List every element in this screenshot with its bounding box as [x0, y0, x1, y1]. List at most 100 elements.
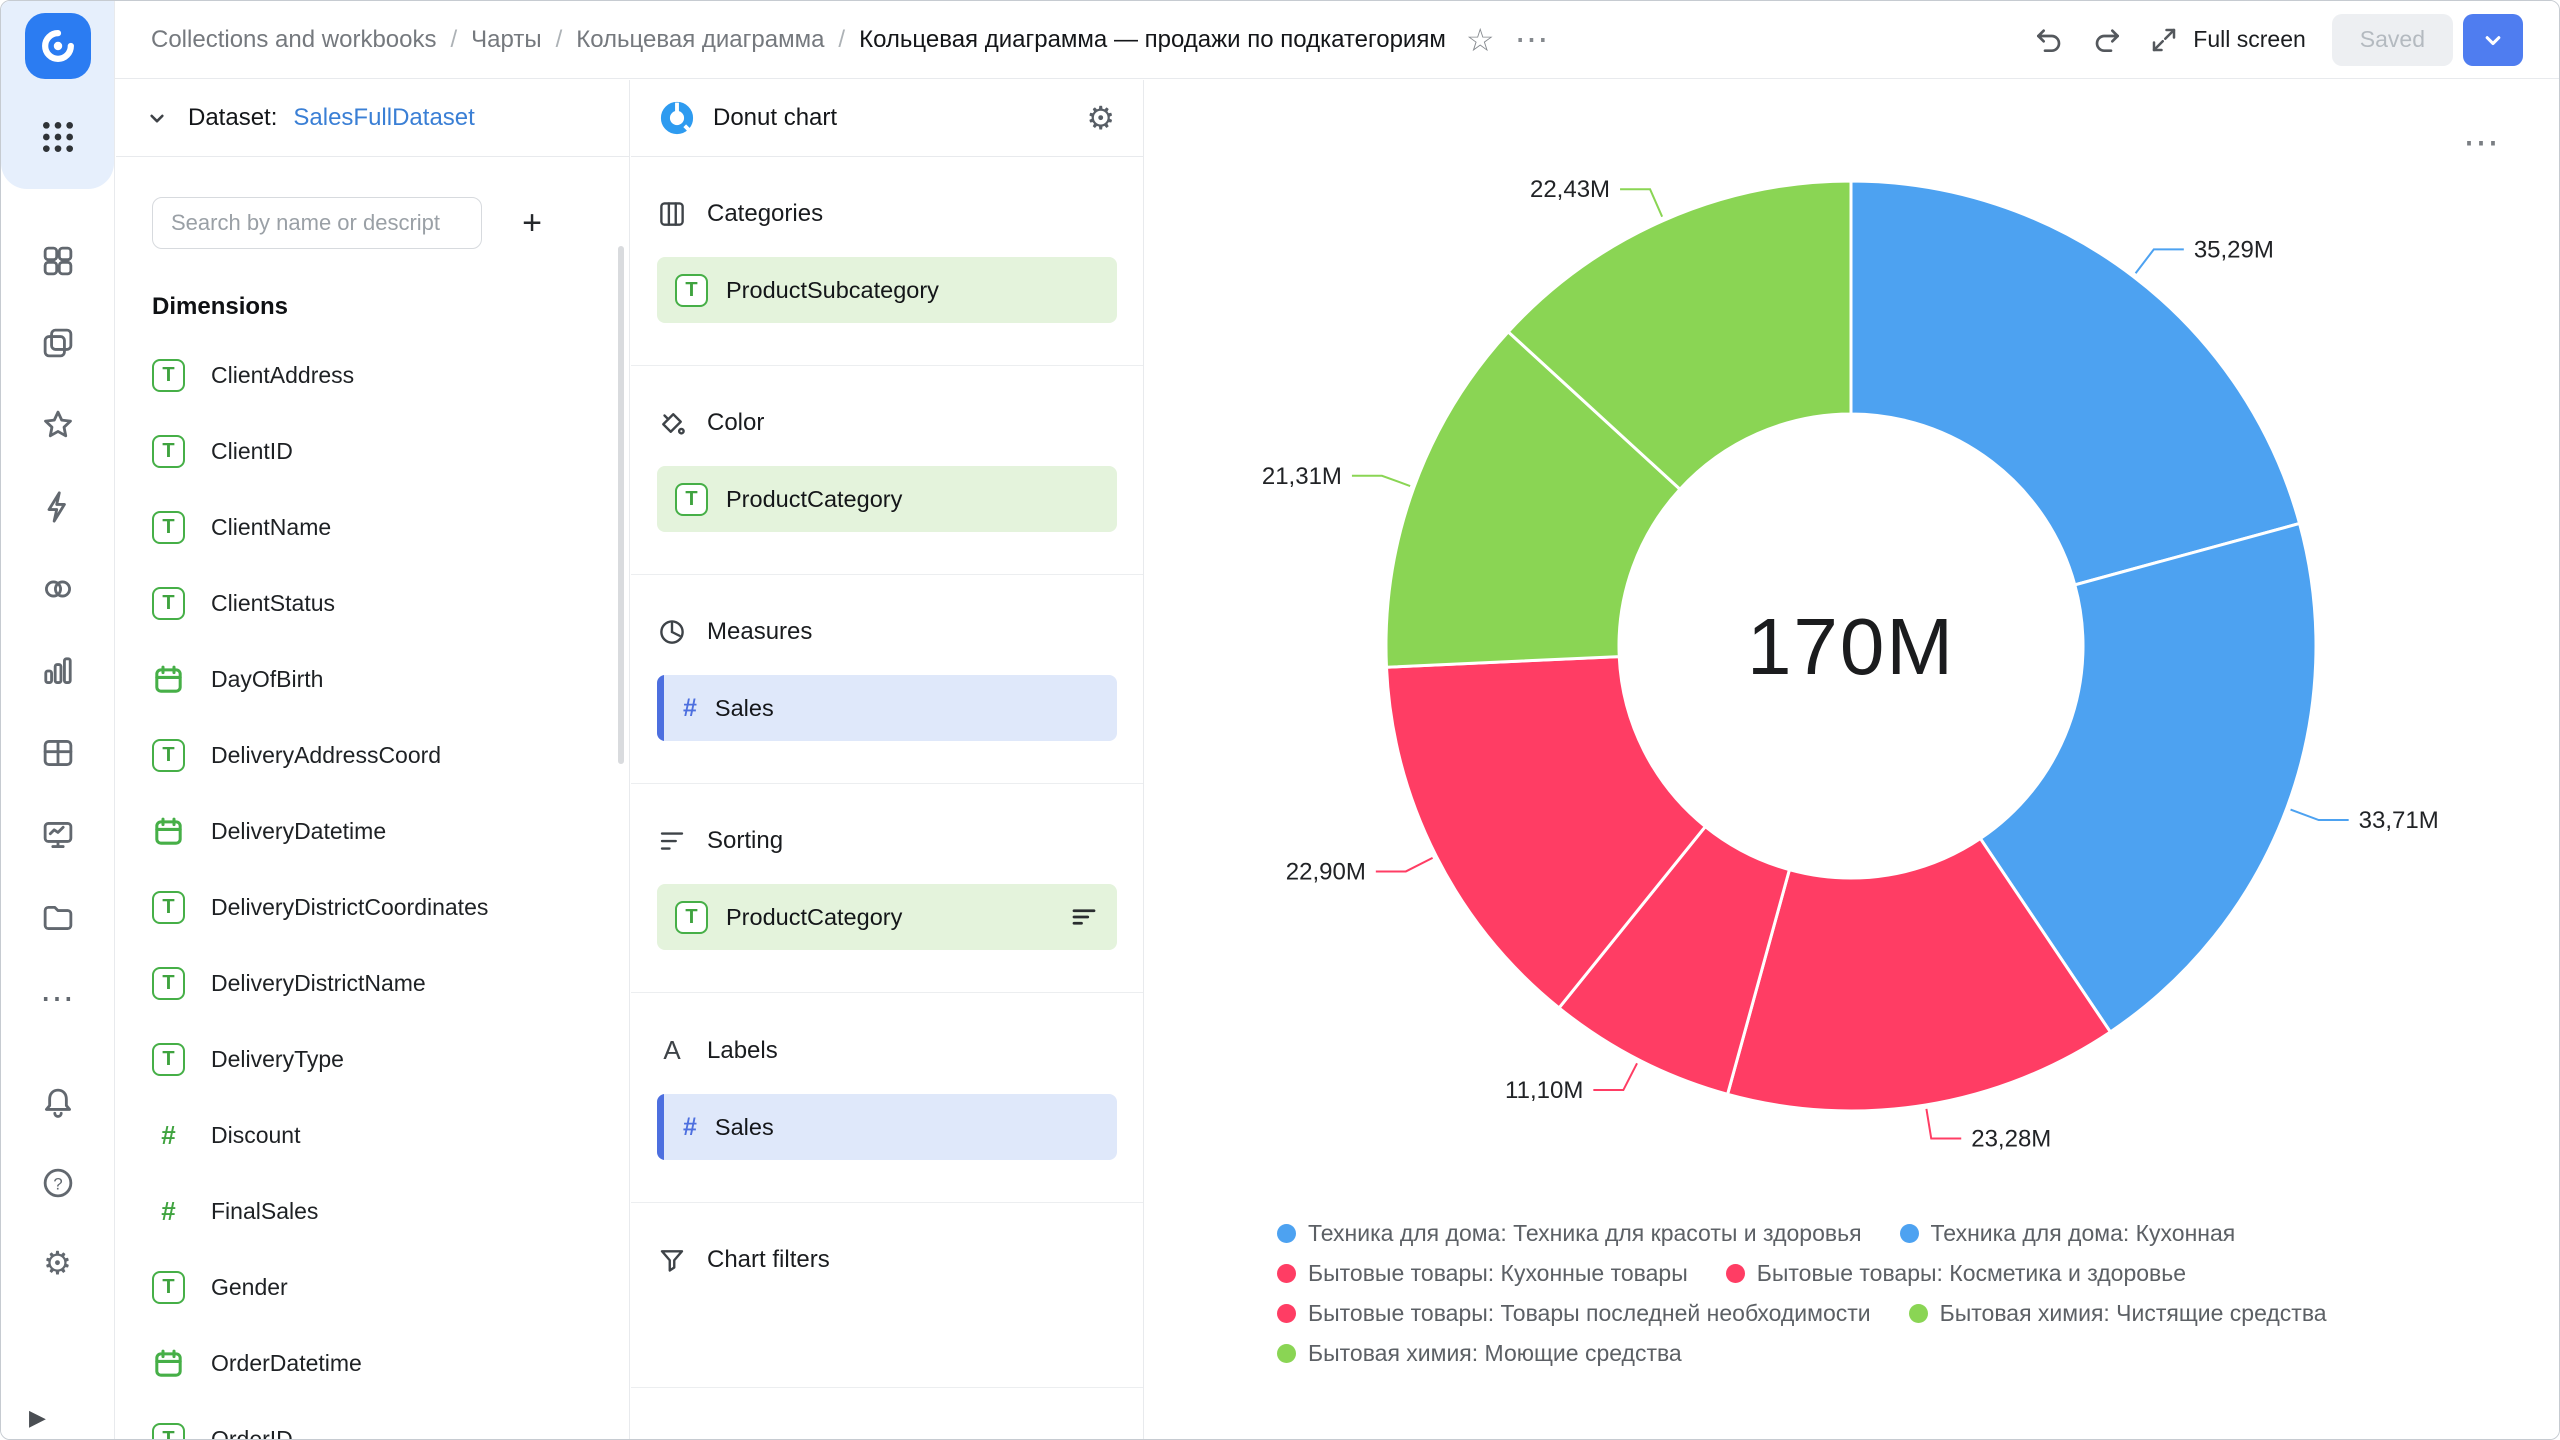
color-icon [657, 408, 687, 438]
sort-direction-icon[interactable] [1069, 902, 1099, 932]
monitor-icon[interactable] [36, 815, 80, 855]
settings-icon[interactable]: ⚙ [36, 1243, 80, 1283]
field-item[interactable]: TDeliveryDistrictName [152, 945, 629, 1021]
text-type-icon: T [152, 587, 185, 620]
squares-grid-icon[interactable] [36, 241, 80, 281]
legend-item[interactable]: Бытовая химия: Моющие средства [1277, 1340, 1682, 1367]
fullscreen-button[interactable]: Full screen [2149, 25, 2305, 55]
undo-icon[interactable] [2033, 24, 2065, 56]
search-input[interactable] [152, 197, 482, 249]
breadcrumb-item-collections[interactable]: Collections and workbooks [151, 26, 436, 54]
field-name: ClientID [211, 438, 293, 465]
chart-type-title: Donut chart [713, 104, 837, 132]
field-item[interactable]: TGender [152, 1249, 629, 1325]
section-sorting: Sorting T ProductCategory [631, 784, 1143, 993]
save-dropdown-button[interactable] [2463, 14, 2523, 66]
redo-icon[interactable] [2091, 24, 2123, 56]
color-field-chip[interactable]: T ProductCategory [657, 466, 1117, 532]
more-options-icon[interactable]: ⋯ [1515, 23, 1551, 57]
categories-icon [657, 199, 687, 229]
topbar-actions: Full screen Saved [2033, 14, 2523, 66]
text-type-icon: T [152, 435, 185, 468]
help-icon[interactable]: ? [36, 1163, 80, 1203]
field-item[interactable]: OrderDatetime [152, 1325, 629, 1401]
sorting-field-chip[interactable]: T ProductCategory [657, 884, 1117, 950]
label-leader-line [2136, 249, 2184, 273]
chart-settings-gear-icon[interactable]: ⚙ [1086, 99, 1115, 137]
section-title: Measures [707, 618, 812, 646]
bar-chart-icon[interactable] [36, 651, 80, 691]
star-nav-icon[interactable] [36, 405, 80, 445]
slice-value-label: 11,10M [1505, 1077, 1583, 1104]
folder-icon[interactable] [36, 897, 80, 937]
legend-item[interactable]: Техника для дома: Кухонная [1900, 1220, 2236, 1247]
number-type-icon: # [683, 1113, 697, 1142]
field-name: DeliveryDistrictCoordinates [211, 894, 488, 921]
label-leader-line [2291, 810, 2349, 820]
legend-item[interactable]: Бытовые товары: Косметика и здоровье [1726, 1260, 2186, 1287]
field-item[interactable]: T DeliveryType [152, 1021, 629, 1097]
breadcrumb-separator: / [556, 26, 563, 54]
table-icon[interactable] [36, 733, 80, 773]
field-item[interactable]: TDeliveryAddressCoord [152, 717, 629, 793]
categories-field-chip[interactable]: T ProductSubcategory [657, 257, 1117, 323]
more-glyph: ⋯ [40, 982, 75, 1016]
label-leader-line [1926, 1109, 1961, 1139]
add-field-button[interactable]: + [506, 197, 558, 249]
dataset-selector[interactable]: Dataset: SalesFullDataset [116, 80, 629, 157]
field-item[interactable]: #FinalSales [152, 1173, 629, 1249]
legend-item[interactable]: Техника для дома: Техника для красоты и … [1277, 1220, 1862, 1247]
fullscreen-icon [2149, 25, 2179, 55]
measures-icon [657, 617, 687, 647]
field-item[interactable]: TClientStatus [152, 565, 629, 641]
slice-value-label: 35,29M [2194, 236, 2274, 263]
field-item[interactable]: TOrderID [152, 1401, 629, 1439]
expand-rail-icon[interactable]: ▶ [29, 1405, 46, 1431]
text-type-icon: T [152, 1271, 185, 1304]
bell-icon[interactable] [36, 1083, 80, 1123]
breadcrumb-item-donut[interactable]: Кольцевая диаграмма [576, 26, 824, 54]
saved-button[interactable]: Saved [2332, 14, 2453, 66]
chart-editor-header: Donut chart ⚙ [631, 80, 1143, 157]
field-item[interactable]: T ClientID [152, 413, 629, 489]
field-name: OrderDatetime [211, 1350, 362, 1377]
datalens-logo-icon[interactable] [25, 13, 91, 79]
legend-dot [1909, 1304, 1928, 1323]
rings-icon[interactable] [36, 569, 80, 609]
chevron-down-icon [142, 103, 172, 133]
legend-item[interactable]: Бытовые товары: Кухонные товары [1277, 1260, 1688, 1287]
section-labels: A Labels # Sales [631, 993, 1143, 1203]
legend: Техника для дома: Техника для красоты и … [1277, 1220, 2427, 1367]
layers-icon[interactable] [36, 323, 80, 363]
legend-item[interactable]: Бытовые товары: Товары последней необход… [1277, 1300, 1871, 1327]
field-item[interactable]: #Discount [152, 1097, 629, 1173]
fields-scrollbar[interactable] [618, 246, 624, 764]
field-name: DeliveryType [211, 1046, 344, 1073]
dataset-name-link[interactable]: SalesFullDataset [293, 104, 474, 132]
field-item[interactable]: TClientName [152, 489, 629, 565]
chip-label: ProductCategory [726, 486, 902, 513]
more-nav-icon[interactable]: ⋯ [36, 979, 80, 1019]
apps-grid-icon[interactable] [38, 117, 78, 162]
field-search-row: + [152, 197, 601, 249]
svg-text:?: ? [53, 1174, 62, 1193]
breadcrumb-item-charts[interactable]: Чарты [471, 26, 541, 54]
favorite-star-icon[interactable]: ☆ [1466, 24, 1495, 56]
field-item[interactable]: DayOfBirth [152, 641, 629, 717]
measures-field-chip[interactable]: # Sales [657, 675, 1117, 741]
dataset-panel: Dataset: SalesFullDataset + Dimensions T… [116, 80, 630, 1439]
breadcrumb-separator: / [838, 26, 845, 54]
chart-area: ⋯ 35,29M33,71M23,28M11,10M22,90M21,31M22… [1145, 80, 2559, 1439]
lightning-icon[interactable] [36, 487, 80, 527]
date-type-icon [152, 815, 185, 848]
legend-item[interactable]: Бытовая химия: Чистящие средства [1909, 1300, 2327, 1327]
field-item[interactable]: TClientAddress [152, 337, 629, 413]
legend-label: Бытовая химия: Моющие средства [1308, 1340, 1682, 1367]
text-type-icon: T [152, 1043, 185, 1076]
legend-label: Техника для дома: Техника для красоты и … [1308, 1220, 1862, 1247]
labels-field-chip[interactable]: # Sales [657, 1094, 1117, 1160]
field-item[interactable]: TDeliveryDistrictCoordinates [152, 869, 629, 945]
chevron-down-icon [2479, 26, 2507, 54]
field-item[interactable]: DeliveryDatetime [152, 793, 629, 869]
donut-chart-icon [659, 100, 695, 136]
